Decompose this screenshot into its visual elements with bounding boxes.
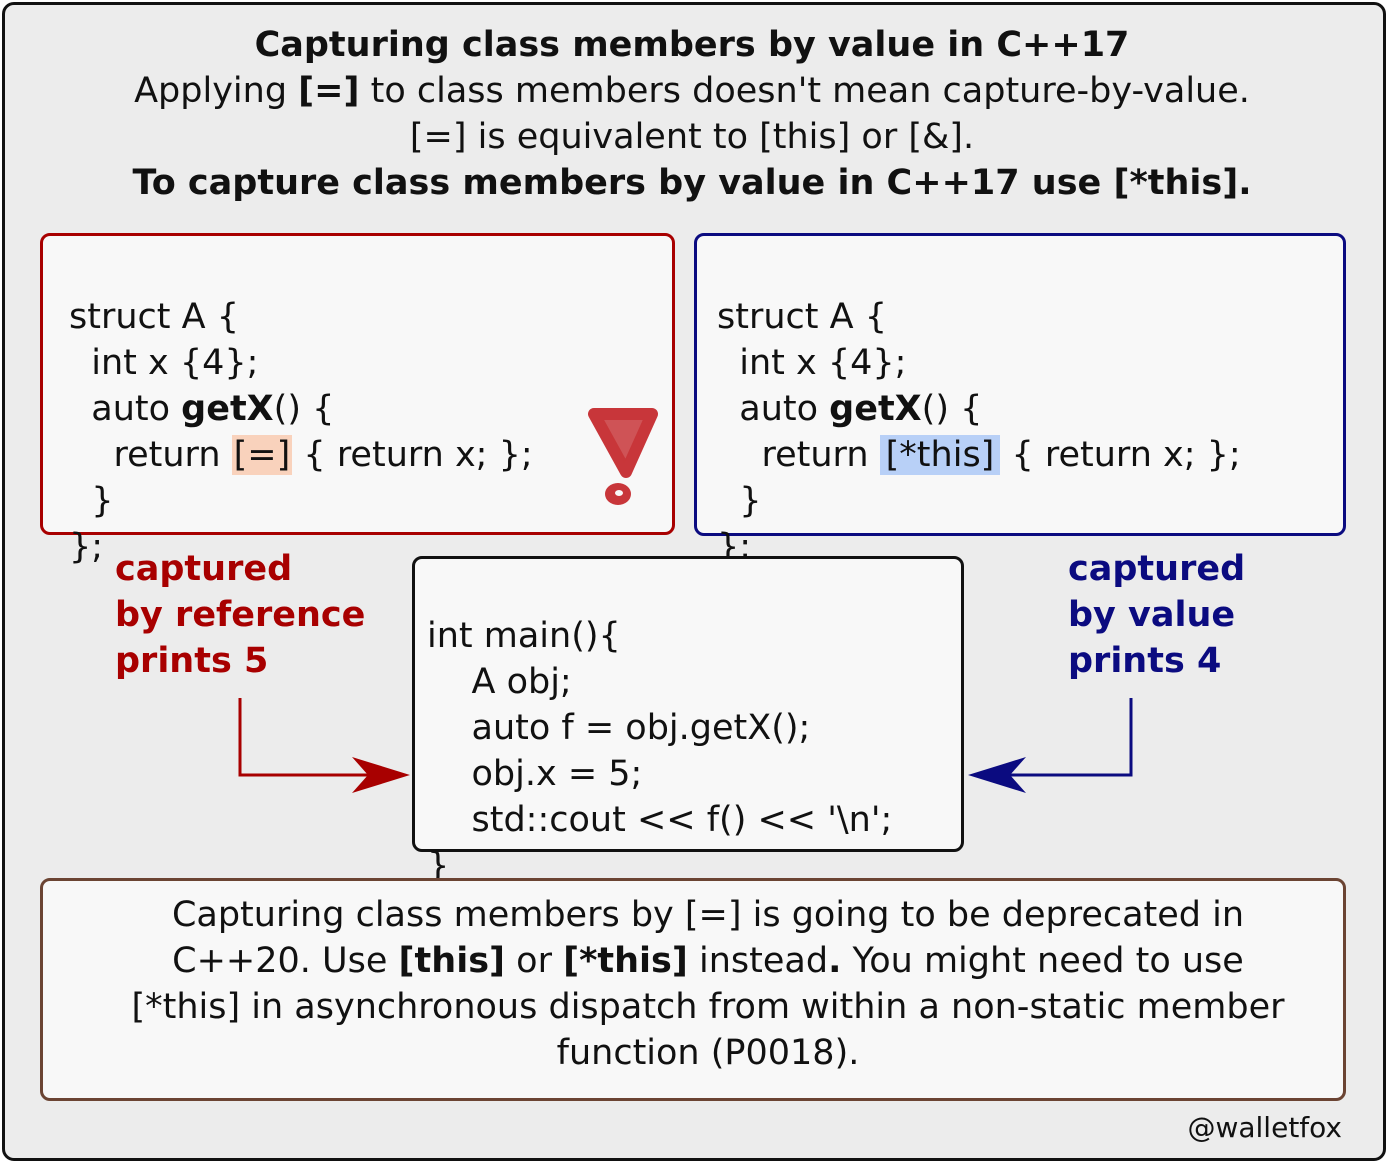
note-bold: . bbox=[828, 941, 842, 981]
by-value-arrow bbox=[968, 698, 1133, 793]
note-bold: [this] bbox=[398, 941, 506, 981]
note-bold: [*this] bbox=[563, 941, 688, 981]
note-text: or bbox=[505, 941, 564, 981]
note-text: instead bbox=[687, 941, 829, 981]
deprecation-note: Capturing class members by [=] is going … bbox=[120, 892, 1296, 1076]
by-reference-arrow bbox=[238, 698, 410, 793]
author-credit: @walletfox bbox=[1187, 1111, 1342, 1144]
